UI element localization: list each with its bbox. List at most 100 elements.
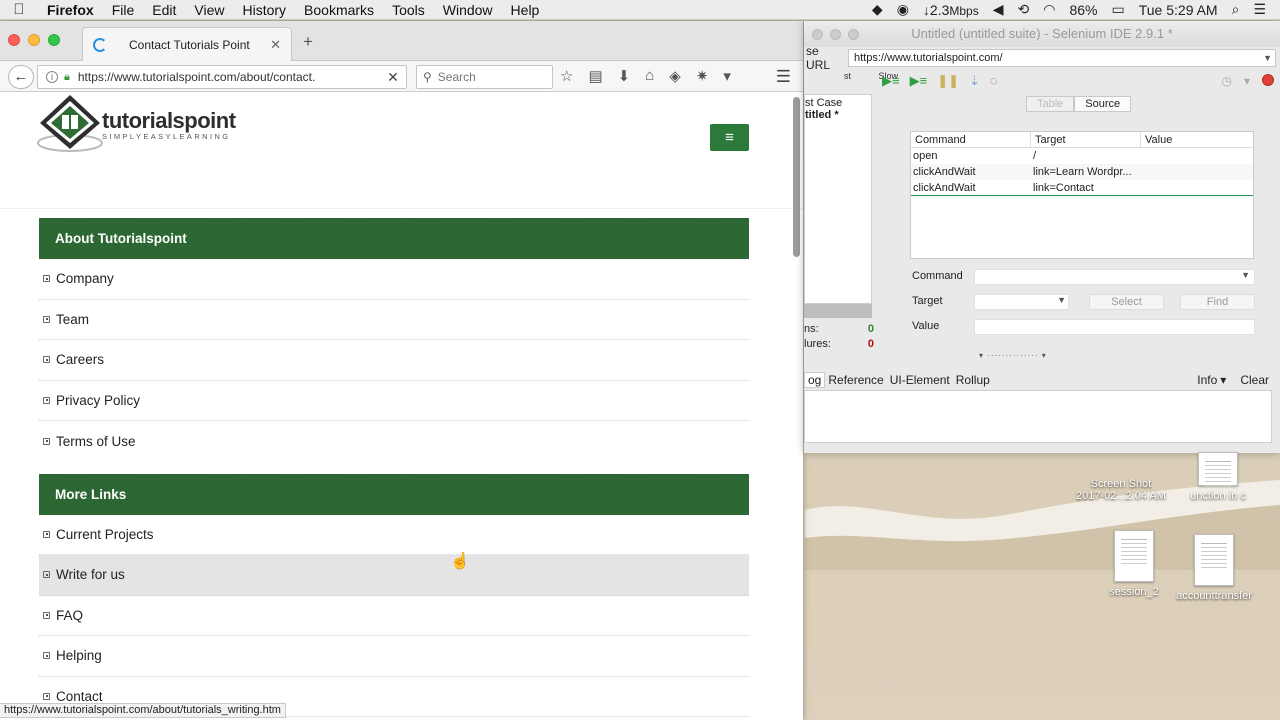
tab-log[interactable]: og [804, 372, 826, 388]
close-window-button[interactable] [8, 34, 20, 46]
base-url-dropdown-icon[interactable]: ▼ [1263, 53, 1272, 63]
selenium-minimize-button[interactable] [830, 29, 841, 40]
link-label[interactable]: FAQ [56, 608, 83, 623]
find-button[interactable]: Find [1180, 294, 1255, 310]
pocket-icon[interactable]: ◈ [669, 67, 681, 85]
play-test-icon[interactable]: ▶≡ [910, 73, 928, 89]
desktop-icon-session[interactable]: session_2 [1104, 530, 1164, 598]
value-input[interactable] [974, 319, 1255, 335]
back-button[interactable]: ← [8, 65, 34, 89]
time-machine-icon[interactable]: ⟲ [1018, 1, 1030, 18]
close-tab-icon[interactable]: ✕ [270, 37, 281, 53]
menu-tools[interactable]: Tools [383, 2, 434, 18]
site-logo[interactable]: tutorialspoint SIMPLYEASYLEARNING [34, 93, 236, 155]
desktop-icon-function[interactable]: unction in c [1178, 452, 1258, 502]
play-suite-icon[interactable]: ▶≡ [882, 73, 900, 89]
clear-button[interactable]: Clear [1237, 373, 1272, 387]
wifi-icon[interactable]: ◠ [1043, 1, 1055, 18]
desktop-icon-screenshot[interactable]: Screen Shot 2017-02...2.04 AM [1076, 454, 1166, 502]
link-label[interactable]: Company [56, 271, 114, 286]
extension-dropdown-icon[interactable]: ▾ [723, 67, 731, 85]
tab-rollup[interactable]: Rollup [953, 373, 993, 387]
link-current-projects[interactable]: Current Projects [39, 515, 749, 555]
link-team[interactable]: Team [39, 300, 749, 340]
selenium-zoom-button[interactable] [848, 29, 859, 40]
spotlight-icon[interactable]: ⌕ [1232, 1, 1240, 18]
notification-center-icon[interactable]: ☰ [1253, 1, 1266, 18]
bookmark-star-icon[interactable]: ☆ [560, 67, 573, 85]
splitter-handle[interactable]: ▾ ·············· ▾ [979, 351, 1047, 360]
menu-edit[interactable]: Edit [143, 2, 185, 18]
select-button[interactable]: Select [1089, 294, 1164, 310]
page-scrollbar[interactable] [790, 95, 803, 715]
link-terms-of-use[interactable]: Terms of Use [39, 421, 749, 462]
new-tab-icon[interactable]: + [303, 32, 313, 52]
link-careers[interactable]: Careers [39, 340, 749, 381]
link-label[interactable]: Team [56, 312, 89, 327]
downloads-icon[interactable]: ⬇ [618, 67, 631, 85]
target-input[interactable] [974, 294, 1069, 310]
menu-help[interactable]: Help [502, 2, 549, 18]
link-label[interactable]: Terms of Use [56, 434, 136, 449]
tab-source[interactable]: Source [1074, 96, 1132, 112]
apple-icon[interactable]:  [0, 1, 38, 18]
menu-bookmarks[interactable]: Bookmarks [295, 2, 383, 18]
link-privacy-policy[interactable]: Privacy Policy [39, 381, 749, 421]
tab-ui-element[interactable]: UI-Element [887, 373, 953, 387]
url-text[interactable]: https://www.tutorialspoint.com/about/con… [78, 70, 380, 84]
base-url-input[interactable]: https://www.tutorialspoint.com/ [848, 49, 1276, 67]
link-faq[interactable]: FAQ [39, 596, 749, 636]
menu-firefox[interactable]: Firefox [38, 2, 103, 18]
reading-list-icon[interactable]: ▤ [588, 67, 602, 85]
schedule-dropdown-icon[interactable]: ▾ [1244, 74, 1250, 88]
link-write-for-us[interactable]: Write for us [39, 555, 749, 596]
info-icon[interactable]: i [46, 71, 58, 83]
selenium-extension-icon[interactable]: ✷ [696, 67, 709, 85]
step-icon[interactable]: ⇣ [969, 73, 980, 89]
menu-window[interactable]: Window [434, 2, 502, 18]
url-bar[interactable]: i 🔒︎ https://www.tutorialspoint.com/abou… [37, 65, 407, 89]
link-company[interactable]: Company [39, 259, 749, 300]
info-dropdown[interactable]: Info ▾ [1191, 373, 1229, 387]
home-icon[interactable]: ⌂ [645, 67, 654, 85]
menu-file[interactable]: File [103, 2, 144, 18]
browser-tab[interactable]: Contact Tutorials Point ✕ [82, 27, 292, 61]
open-menu-icon[interactable]: ☰ [776, 67, 791, 87]
record-button[interactable] [1262, 74, 1274, 86]
link-label[interactable]: Current Projects [56, 527, 154, 542]
menu-view[interactable]: View [185, 2, 233, 18]
scrollbar-thumb[interactable] [793, 97, 800, 257]
search-bar[interactable]: ⚲ Search [416, 65, 553, 89]
tab-table[interactable]: Table [1026, 96, 1075, 112]
rollup-icon[interactable]: ◌ [990, 73, 998, 89]
command-input[interactable] [974, 269, 1255, 285]
dropbox-icon[interactable]: ◆ [872, 1, 883, 18]
test-case-item[interactable]: titled * [805, 109, 871, 121]
stop-loading-icon[interactable]: ✕ [380, 69, 406, 86]
link-label[interactable]: Write for us [56, 567, 125, 582]
table-row[interactable]: open / [911, 148, 1253, 164]
clock[interactable]: Tue 5:29 AM [1139, 2, 1218, 18]
schedule-icon[interactable]: ◷ [1221, 74, 1231, 88]
table-row[interactable]: clickAndWait link=Learn Wordpr... [911, 164, 1253, 180]
record-icon[interactable]: ◉ [897, 1, 909, 18]
selenium-close-button[interactable] [812, 29, 823, 40]
battery-icon[interactable]: ▭ [1112, 1, 1125, 18]
target-dropdown-icon[interactable]: ▼ [1057, 295, 1066, 305]
minimize-window-button[interactable] [28, 34, 40, 46]
desktop-icon-accounttransfer[interactable]: accounttransfer [1164, 534, 1264, 602]
tab-reference[interactable]: Reference [825, 373, 886, 387]
volume-icon[interactable]: ◀ [993, 1, 1004, 18]
battery-percent[interactable]: 86% [1069, 2, 1097, 18]
menu-history[interactable]: History [233, 2, 295, 18]
link-label[interactable]: Helping [56, 648, 102, 663]
command-dropdown-icon[interactable]: ▼ [1241, 270, 1250, 280]
link-label[interactable]: Contact [56, 689, 103, 704]
link-label[interactable]: Privacy Policy [56, 393, 140, 408]
lock-icon[interactable]: 🔒︎ [64, 71, 70, 84]
link-label[interactable]: Careers [56, 352, 104, 367]
site-menu-button[interactable]: ≡ [710, 124, 749, 151]
pause-icon[interactable]: ❚❚ [937, 73, 959, 89]
zoom-window-button[interactable] [48, 34, 60, 46]
table-row[interactable]: clickAndWait link=Contact [911, 180, 1253, 196]
